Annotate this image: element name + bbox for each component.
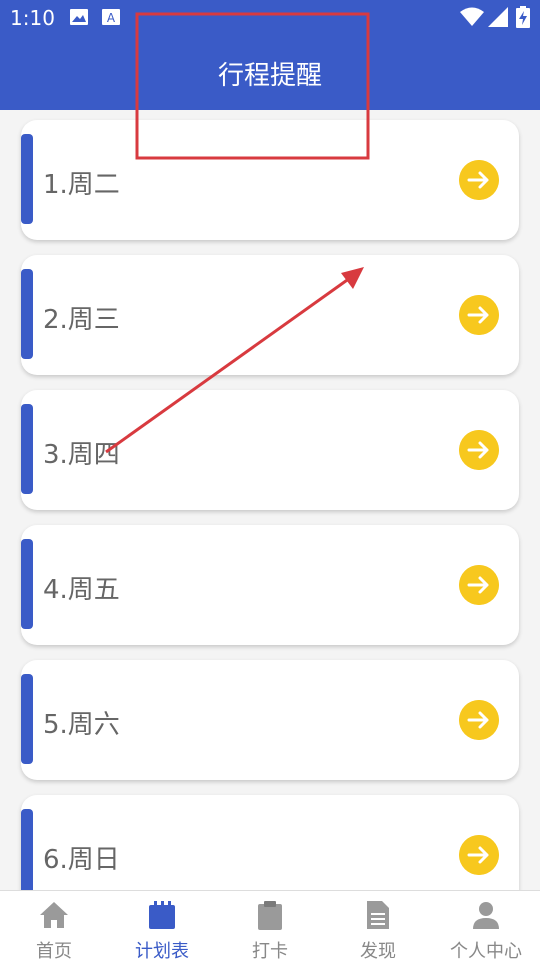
schedule-item[interactable]: 6.周日 xyxy=(21,795,519,890)
calendar-icon xyxy=(149,901,175,929)
schedule-item[interactable]: 4.周五 xyxy=(21,525,519,645)
card-accent-bar xyxy=(21,269,33,359)
wifi-icon xyxy=(460,7,484,26)
card-accent-bar xyxy=(21,539,33,629)
schedule-item-label: 4.周五 xyxy=(43,575,120,605)
schedule-item-label: 2.周三 xyxy=(43,305,120,335)
schedule-item-label: 1.周二 xyxy=(43,170,120,200)
tab-schedule[interactable]: 计划表 xyxy=(108,891,216,960)
battery-charging-icon xyxy=(516,6,530,28)
font-a-icon: A xyxy=(102,9,120,25)
tab-profile[interactable]: 个人中心 xyxy=(432,891,540,960)
signal-icon xyxy=(488,7,508,27)
schedule-list: 1.周二 2.周三 3.周四 4.周五 5.周六 6.周日 xyxy=(0,110,540,890)
user-icon xyxy=(473,902,499,929)
schedule-item[interactable]: 5.周六 xyxy=(21,660,519,780)
home-icon xyxy=(40,902,68,928)
image-icon xyxy=(70,9,88,25)
schedule-item[interactable]: 1.周二 xyxy=(21,120,519,240)
svg-text:A: A xyxy=(107,11,116,25)
schedule-item[interactable]: 2.周三 xyxy=(21,255,519,375)
card-accent-bar xyxy=(21,404,33,494)
app-header: 1:10 A 行程提醒 xyxy=(0,0,540,110)
arrow-right-circle-icon[interactable] xyxy=(459,295,499,335)
card-accent-bar xyxy=(21,674,33,764)
tab-discover[interactable]: 发现 xyxy=(324,891,432,960)
arrow-right-circle-icon[interactable] xyxy=(459,160,499,200)
tab-label: 计划表 xyxy=(135,941,189,960)
document-icon xyxy=(367,901,389,929)
arrow-right-circle-icon[interactable] xyxy=(459,700,499,740)
arrow-right-circle-icon[interactable] xyxy=(459,835,499,875)
schedule-item-label: 6.周日 xyxy=(43,845,120,875)
tab-label: 发现 xyxy=(360,941,396,960)
tab-label: 打卡 xyxy=(252,941,288,960)
tab-home[interactable]: 首页 xyxy=(0,891,108,960)
card-accent-bar xyxy=(21,134,33,224)
clipboard-icon xyxy=(258,901,282,930)
page-title: 行程提醒 xyxy=(217,61,322,91)
schedule-item[interactable]: 3.周四 xyxy=(21,390,519,510)
schedule-item-label: 3.周四 xyxy=(43,440,120,470)
status-time: 1:10 xyxy=(10,6,55,30)
arrow-right-circle-icon[interactable] xyxy=(459,565,499,605)
arrow-right-circle-icon[interactable] xyxy=(459,430,499,470)
tab-label: 首页 xyxy=(36,941,72,960)
tab-checkin[interactable]: 打卡 xyxy=(216,891,324,960)
schedule-item-label: 5.周六 xyxy=(43,710,120,740)
bottom-tab-bar: 首页 计划表 打卡 发现 个人中心 xyxy=(0,890,540,960)
tab-label: 个人中心 xyxy=(450,941,522,960)
status-bar: 1:10 A xyxy=(0,0,540,36)
card-accent-bar xyxy=(21,809,33,890)
